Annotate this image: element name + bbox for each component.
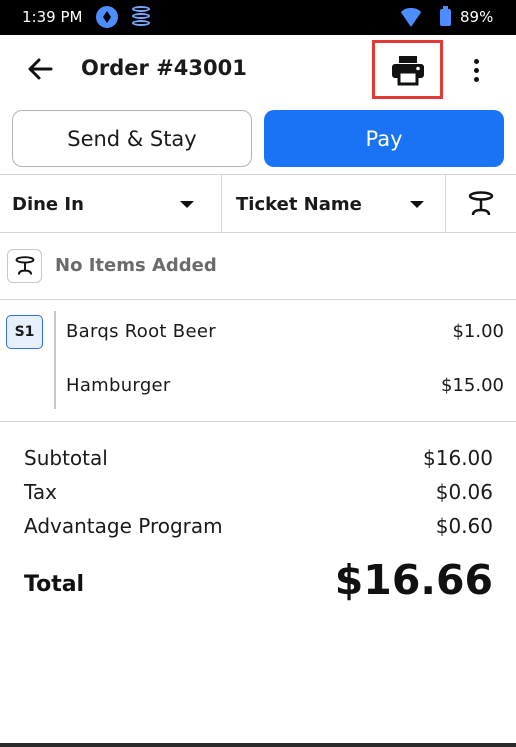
database-icon: [130, 5, 152, 29]
subtotal-value: $16.00: [423, 446, 493, 470]
tax-label: Tax: [24, 480, 57, 504]
chevron-down-icon: [410, 201, 424, 208]
order-options-row: Dine In Ticket Name: [0, 174, 516, 233]
total-value: $16.66: [334, 556, 493, 604]
chevron-down-icon: [180, 201, 194, 208]
subtotal-row: Subtotal $16.00: [24, 446, 493, 480]
total-label: Total: [24, 572, 85, 597]
print-button[interactable]: [372, 40, 443, 99]
app-header: Order #43001: [0, 35, 516, 105]
totals-section: Subtotal $16.00 Tax $0.06 Advantage Prog…: [24, 446, 493, 616]
pay-button[interactable]: Pay: [264, 110, 504, 167]
battery-percent: 89%: [460, 8, 494, 26]
table-chip[interactable]: [7, 249, 42, 283]
ticket-name-dropdown[interactable]: Ticket Name: [222, 175, 446, 233]
arrow-left-icon: [28, 58, 53, 80]
subtotal-label: Subtotal: [24, 446, 108, 470]
tax-value: $0.06: [435, 480, 493, 504]
wifi-icon: [398, 8, 424, 28]
no-items-text: No Items Added: [55, 255, 217, 276]
send-and-stay-button[interactable]: Send & Stay: [12, 110, 252, 167]
tax-row: Tax $0.06: [24, 480, 493, 514]
item-name: Barqs Root Beer: [66, 321, 216, 342]
table-icon: [15, 256, 34, 275]
app-a-icon: [96, 6, 118, 28]
printer-icon: [391, 55, 424, 85]
divider: [0, 421, 516, 422]
program-row: Advantage Program $0.60: [24, 514, 493, 548]
item-name: Hamburger: [66, 375, 171, 396]
item-price: $1.00: [452, 321, 504, 342]
program-value: $0.60: [435, 514, 493, 538]
table-icon: [468, 191, 494, 216]
status-bar: 1:39 PM 89%: [0, 0, 516, 35]
bottom-edge: [0, 743, 516, 747]
back-button[interactable]: [20, 49, 60, 89]
ticket-name-label: Ticket Name: [236, 193, 362, 215]
dine-option-label: Dine In: [12, 193, 84, 215]
more-vertical-icon: [473, 58, 479, 64]
total-row: Total $16.66: [24, 556, 493, 616]
battery-icon: [440, 6, 451, 26]
list-item[interactable]: Barqs Root Beer $1.00: [66, 321, 504, 349]
list-item[interactable]: Hamburger $15.00: [66, 375, 504, 403]
table-select-button[interactable]: [446, 175, 516, 233]
item-price: $15.00: [441, 375, 504, 396]
page-title: Order #43001: [81, 56, 247, 80]
empty-table-row: No Items Added: [0, 233, 516, 300]
more-menu-button[interactable]: [460, 50, 492, 90]
program-label: Advantage Program: [24, 514, 223, 538]
seat-badge[interactable]: S1: [6, 315, 43, 349]
dine-option-dropdown[interactable]: Dine In: [0, 175, 222, 233]
seat-divider: [54, 311, 56, 409]
status-time: 1:39 PM: [22, 8, 83, 26]
